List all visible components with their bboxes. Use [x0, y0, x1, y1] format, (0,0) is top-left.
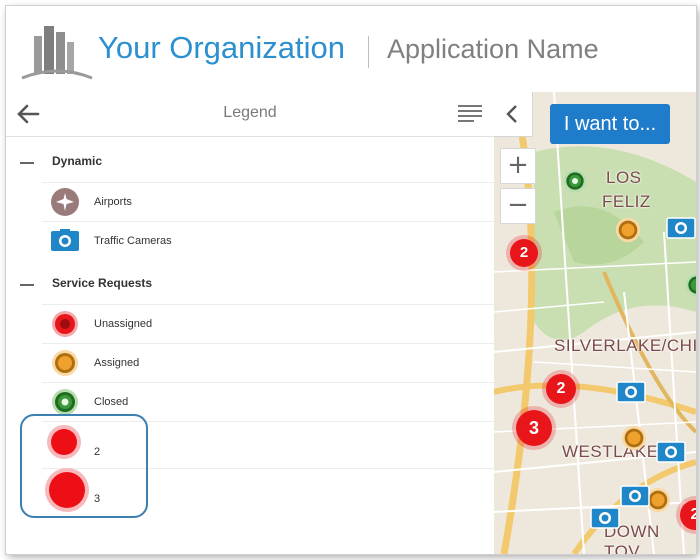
closed-request-marker-icon[interactable] — [562, 168, 588, 194]
traffic-camera-marker-icon[interactable] — [590, 504, 620, 530]
group-name: Service Requests — [52, 276, 153, 290]
menu-lines-icon[interactable] — [458, 104, 482, 124]
legend-item-label: Assigned — [94, 357, 140, 369]
map-place-label: SILVERLAKE/CHI — [554, 336, 696, 355]
legend-group-dynamic[interactable]: Dynamic — [6, 144, 494, 182]
legend-item-label: Closed — [94, 396, 129, 408]
cluster-marker[interactable]: 2 — [546, 374, 576, 404]
zoom-in-button[interactable]: + — [500, 148, 536, 184]
camera-icon — [51, 229, 79, 251]
map-place-label: FELIZ — [602, 192, 651, 211]
legend-panel-header: Legend — [6, 92, 494, 137]
legend-item-traffic-cameras[interactable]: Traffic Cameras — [42, 221, 494, 260]
assigned-request-marker-icon[interactable] — [620, 424, 648, 452]
app-header: Your Organization Application Name — [6, 6, 696, 93]
cluster-highlight-outline — [20, 414, 148, 518]
legend-item-label: Unassigned — [94, 318, 153, 330]
traffic-camera-marker-icon[interactable] — [620, 482, 650, 508]
legend-item-label: Traffic Cameras — [94, 235, 172, 247]
assigned-request-marker-icon[interactable] — [614, 216, 642, 244]
green-circle-icon — [52, 389, 78, 415]
red-circle-icon — [52, 311, 78, 337]
zoom-out-button[interactable]: − — [500, 188, 536, 224]
cluster-marker[interactable]: 3 — [516, 410, 552, 446]
orange-circle-icon — [52, 350, 78, 376]
i-want-to-button[interactable]: I want to... — [550, 104, 670, 144]
legend-title: Legend — [223, 104, 277, 121]
collapse-dash-icon[interactable] — [20, 162, 34, 164]
group-name: Dynamic — [52, 154, 103, 168]
legend-item-label: Airports — [94, 196, 132, 208]
application-name: Application Name — [387, 34, 599, 64]
legend-panel: Legend Dynamic Airports Traffic Cameras … — [6, 92, 495, 554]
zoom-out-label: − — [507, 190, 529, 220]
legend-item-assigned[interactable]: Assigned — [42, 343, 494, 382]
organization-name: Your Organization — [98, 30, 346, 65]
traffic-camera-marker-icon[interactable] — [616, 378, 646, 404]
chevron-left-icon — [506, 105, 517, 123]
organization-logo-icon — [21, 26, 93, 80]
header-divider — [368, 36, 369, 68]
airport-icon — [51, 188, 79, 216]
cluster-marker[interactable]: 2 — [510, 239, 538, 267]
closed-request-marker-icon[interactable] — [684, 272, 696, 298]
collapse-dash-icon[interactable] — [20, 284, 34, 286]
collapse-panel-button[interactable] — [494, 92, 533, 137]
app-window: Your Organization Application Name Legen… — [6, 6, 696, 554]
legend-item-unassigned[interactable]: Unassigned — [42, 304, 494, 343]
zoom-in-label: + — [507, 150, 529, 180]
map-place-label: LOS — [606, 168, 642, 187]
legend-item-airports[interactable]: Airports — [42, 182, 494, 221]
traffic-camera-marker-icon[interactable] — [656, 438, 686, 464]
legend-group-service-requests[interactable]: Service Requests — [6, 266, 494, 304]
traffic-camera-marker-icon[interactable] — [666, 214, 696, 240]
map-view[interactable]: I want to... + − LOS FELIZ SILVERLAKE/CH… — [494, 92, 696, 554]
